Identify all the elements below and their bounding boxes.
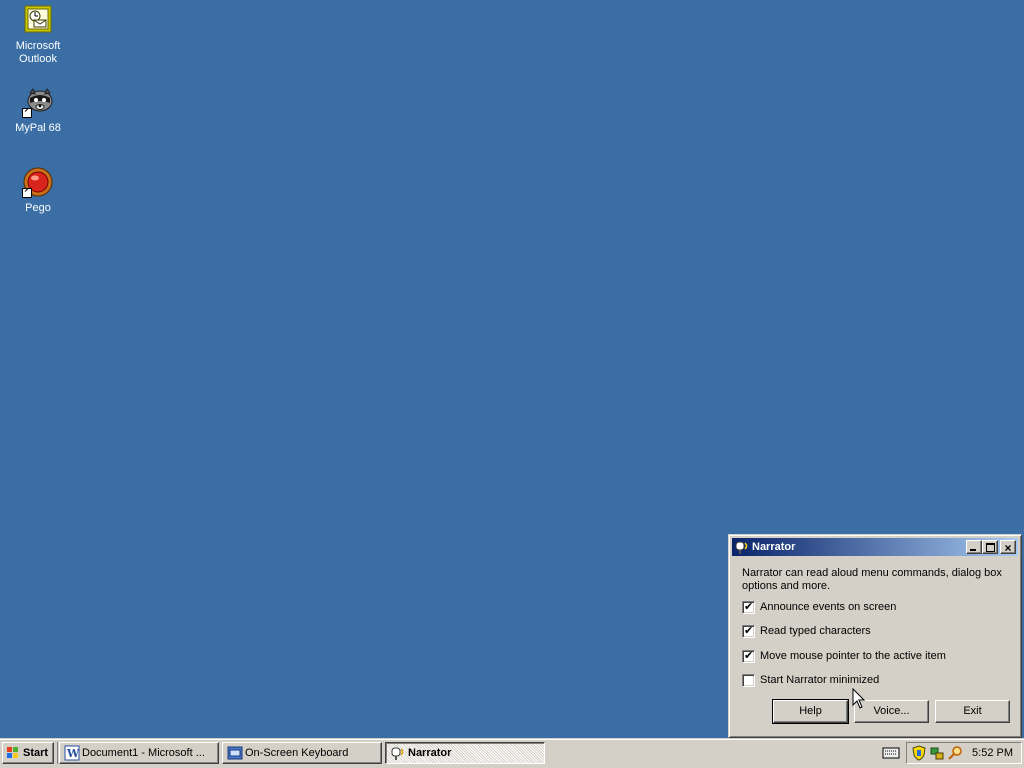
input-keyboard-icon[interactable] <box>882 746 900 760</box>
desktop-icon-label: Pego <box>25 202 51 214</box>
narrator-window[interactable]: Narrator × Narrator can read aloud menu … <box>728 534 1022 738</box>
narrator-description: Narrator can read aloud menu commands, d… <box>742 567 1002 592</box>
start-label: Start <box>23 747 49 759</box>
help-button[interactable]: Help <box>772 699 849 724</box>
magnifier-icon[interactable] <box>947 745 963 761</box>
raccoon-icon <box>22 86 54 118</box>
taskbar-task-narrator[interactable]: Narrator <box>385 742 545 764</box>
clock[interactable]: 5:52 PM <box>972 747 1013 759</box>
option-label: Read typed characters <box>760 625 871 637</box>
task-label: Narrator <box>408 747 452 759</box>
exit-button[interactable]: Exit <box>935 700 1010 723</box>
maximize-button[interactable] <box>982 540 998 554</box>
pego-icon <box>22 166 54 198</box>
windows-logo-icon <box>6 746 20 760</box>
task-label: On-Screen Keyboard <box>245 747 349 759</box>
title-bar[interactable]: Narrator × <box>732 538 1018 556</box>
shortcut-arrow-icon <box>22 188 32 198</box>
taskbar: Start W Document1 - Microsoft ... On-Scr… <box>0 738 1024 768</box>
option-start-minimized[interactable]: Start Narrator minimized <box>742 674 879 688</box>
shortcut-arrow-icon <box>22 108 32 118</box>
option-label: Move mouse pointer to the active item <box>760 650 946 662</box>
svg-text:W: W <box>66 747 80 760</box>
taskbar-task-on-screen-keyboard[interactable]: On-Screen Keyboard <box>222 742 382 764</box>
option-announce-events[interactable]: Announce events on screen <box>742 600 897 615</box>
network-icon[interactable] <box>929 745 945 761</box>
option-label: Start Narrator minimized <box>760 674 880 686</box>
narrator-icon <box>734 539 750 555</box>
desktop-icon-label: MyPal 68 <box>15 122 61 134</box>
window-title: Narrator <box>752 541 796 553</box>
desktop-icon-outlook[interactable]: Microsoft Outlook <box>0 4 76 66</box>
minimize-button[interactable] <box>966 540 982 554</box>
desktop-icon-label: Outlook <box>19 53 57 65</box>
move-pointer-checkbox[interactable] <box>742 649 755 663</box>
system-tray: 5:52 PM <box>906 742 1022 764</box>
task-label: Document1 - Microsoft ... <box>82 747 205 759</box>
desktop-icon-label: Microsoft <box>15 40 61 52</box>
outlook-icon <box>22 4 54 36</box>
start-minimized-checkbox[interactable] <box>742 674 755 687</box>
option-move-pointer[interactable]: Move mouse pointer to the active item <box>742 649 946 664</box>
option-read-typed[interactable]: Read typed characters <box>742 624 871 639</box>
start-button[interactable]: Start <box>2 742 54 764</box>
keyboard-icon <box>227 745 243 761</box>
close-icon: × <box>1004 541 1012 555</box>
narrator-icon <box>390 745 406 761</box>
desktop-icon-mypal[interactable]: MyPal 68 <box>0 86 76 135</box>
taskbar-task-document1[interactable]: W Document1 - Microsoft ... <box>59 742 219 764</box>
close-button[interactable]: × <box>1000 540 1016 555</box>
announce-events-checkbox[interactable] <box>742 600 755 614</box>
word-icon: W <box>64 745 80 761</box>
option-label: Announce events on screen <box>760 601 897 613</box>
desktop-icon-pego[interactable]: Pego <box>0 166 76 215</box>
shield-icon[interactable] <box>911 745 927 761</box>
mouse-pointer-icon <box>852 688 866 709</box>
read-typed-checkbox[interactable] <box>742 624 755 638</box>
